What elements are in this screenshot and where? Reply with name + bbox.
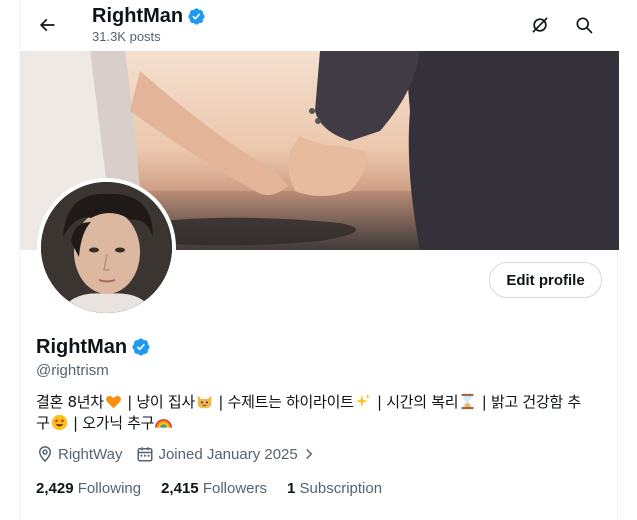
location-text: RightWay (58, 445, 123, 463)
sparkles-icon (355, 393, 370, 408)
orange-heart-icon (105, 396, 121, 409)
verified-badge-icon (188, 7, 205, 25)
following-label: Following (77, 480, 142, 497)
following-count: 2,429 (36, 480, 74, 497)
bio-separator: | (377, 393, 382, 411)
profile-meta: RightWay Joined January 2025 (36, 445, 330, 463)
profile-handle: @rightrism (36, 362, 109, 379)
grok-button[interactable] (523, 8, 557, 42)
profile-name: RightMan (36, 336, 128, 358)
subscription-count: 1 (287, 480, 296, 497)
back-button[interactable] (30, 8, 64, 42)
bio-separator: | (481, 393, 487, 411)
profile-column: RightMan 31.3K posts Edit profile RightM… (19, 0, 619, 520)
bio-text: 밝고 건강함 추 (490, 393, 581, 411)
profile-stats: 2,429 Following 2,415 Followers 1 Subscr… (36, 480, 402, 497)
hourglass-icon (461, 393, 474, 410)
following-link[interactable]: 2,429 Following (36, 480, 141, 497)
bio-text: 수제트는 하이라이트 (227, 393, 354, 411)
profile-joined[interactable]: Joined January 2025 (136, 445, 315, 463)
rainbow-icon (155, 419, 173, 428)
calendar-icon (137, 447, 153, 462)
avatar-image (41, 182, 172, 313)
followers-count: 2,415 (161, 480, 199, 497)
profile-header: RightMan 31.3K posts (20, 0, 619, 51)
header-title: RightMan (92, 5, 184, 27)
bio-text: 구 (36, 414, 50, 432)
profile-location: RightWay (36, 445, 122, 463)
followers-label: Followers (202, 480, 267, 497)
profile-name-row: RightMan (36, 335, 151, 359)
chevron-right-icon (305, 448, 313, 460)
bio-text: 오가닉 추구 (82, 414, 155, 432)
bio-text: 결혼 8년차 (36, 393, 104, 411)
posts-count: 31.3K posts (92, 29, 161, 44)
bio-separator: | (127, 393, 132, 411)
search-icon (576, 17, 593, 34)
arrow-left-icon (39, 18, 55, 32)
header-title-block: RightMan 31.3K posts (92, 4, 206, 45)
grok-icon (532, 17, 548, 33)
cat-face-icon (197, 395, 212, 409)
profile-bio: 결혼 8년차 | 냥이 집사 | 수제트는 하이라이트 | 시간의 복리 | 밝… (36, 392, 606, 434)
joined-text: Joined January 2025 (158, 445, 298, 463)
star-struck-icon (51, 414, 67, 431)
bio-text: 시간의 복리 (386, 393, 459, 411)
profile-avatar[interactable] (37, 178, 176, 317)
subscription-link[interactable]: 1 Subscription (287, 480, 382, 497)
edit-profile-button[interactable]: Edit profile (489, 262, 602, 298)
bio-text: 냥이 집사 (136, 393, 195, 411)
followers-link[interactable]: 2,415 Followers (161, 480, 267, 497)
subscription-label: Subscription (299, 480, 383, 497)
search-button[interactable] (567, 8, 601, 42)
bio-separator: | (218, 393, 224, 411)
location-pin-icon (38, 446, 52, 463)
bio-separator: | (72, 414, 78, 432)
verified-badge-icon[interactable] (131, 337, 151, 357)
